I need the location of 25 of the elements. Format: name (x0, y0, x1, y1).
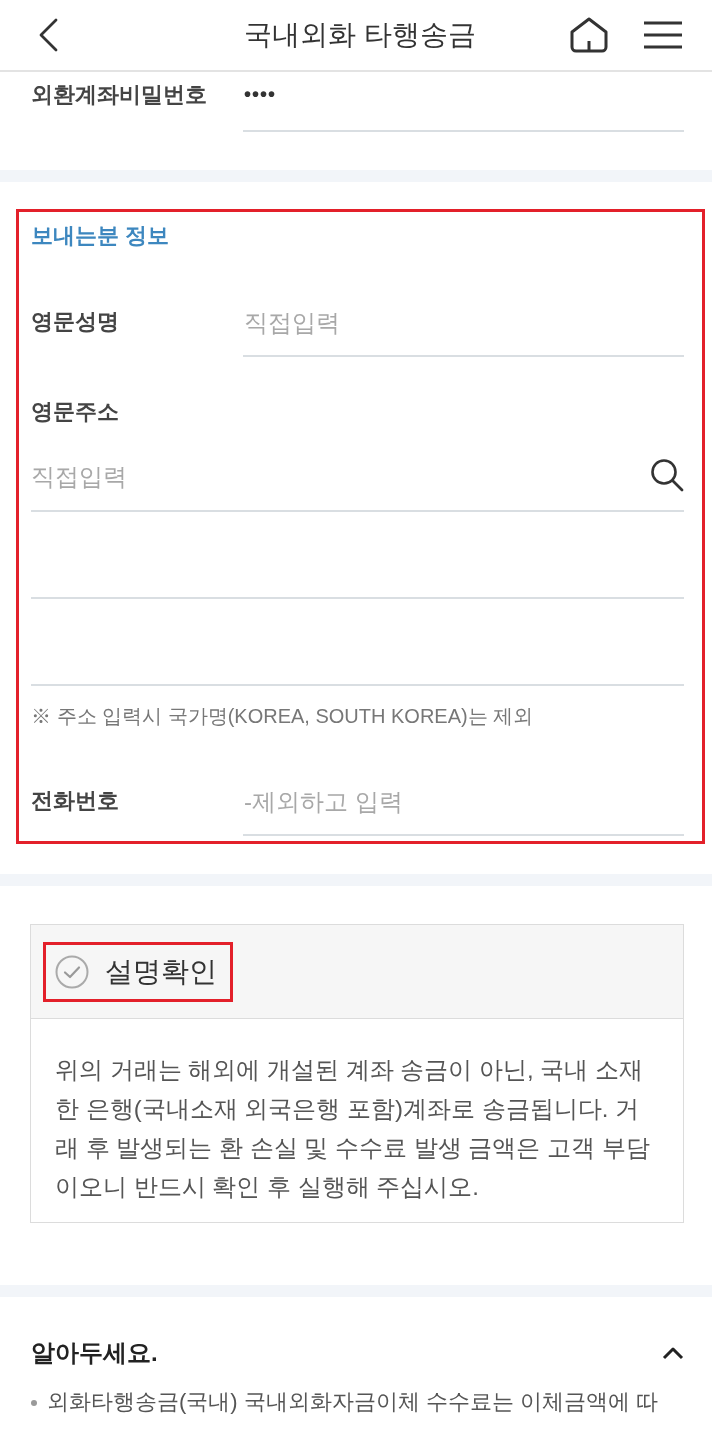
collapse-button[interactable] (662, 1346, 684, 1360)
confirm-checkbox[interactable]: 설명확인 (55, 952, 217, 991)
input-field[interactable]: 직접입력 (243, 301, 684, 357)
home-button[interactable] (570, 17, 608, 53)
notice-text: 외화타행송금(국내) 국내외화자금이체 수수료는 이체금액에 따 (47, 1388, 659, 1416)
password-field[interactable]: •••• (243, 80, 684, 132)
confirm-text: 위의 거래는 해외에 개설된 계좌 송금이 아닌, 국내 소재한 은행(국내소재 외국은행 포함)계좌로 송금됩니다. 거래 후 발생되는 환 손실 및 수수료 발생 금액은 고객 부담이오니 반드시 확인 후 실행해 주십시오. (54, 1055, 651, 1202)
field-label: 전화번호 (31, 787, 120, 815)
notice-title: 알아두세요. (31, 1338, 158, 1368)
back-icon (38, 18, 58, 52)
bullet-icon (31, 1400, 37, 1406)
menu-icon (644, 21, 682, 49)
section-title: 보내는분 정보 (31, 222, 171, 250)
chevron-up-icon (662, 1346, 684, 1360)
search-icon[interactable] (650, 458, 684, 492)
field-label: 외환계좌비밀번호 (31, 81, 208, 109)
menu-button[interactable] (644, 21, 682, 49)
input-field[interactable]: 직접입력 (31, 456, 650, 510)
page-title: 국내외화 타행송금 (244, 18, 476, 52)
back-button[interactable] (38, 18, 58, 52)
home-icon (570, 17, 608, 53)
field-label: 영문주소 (31, 398, 120, 426)
input-field[interactable]: -제외하고 입력 (243, 780, 684, 836)
address-note: ※ 주소 입력시 국가명(KOREA, SOUTH KOREA)는 제외 (31, 704, 535, 729)
field-label: 영문성명 (31, 308, 120, 336)
